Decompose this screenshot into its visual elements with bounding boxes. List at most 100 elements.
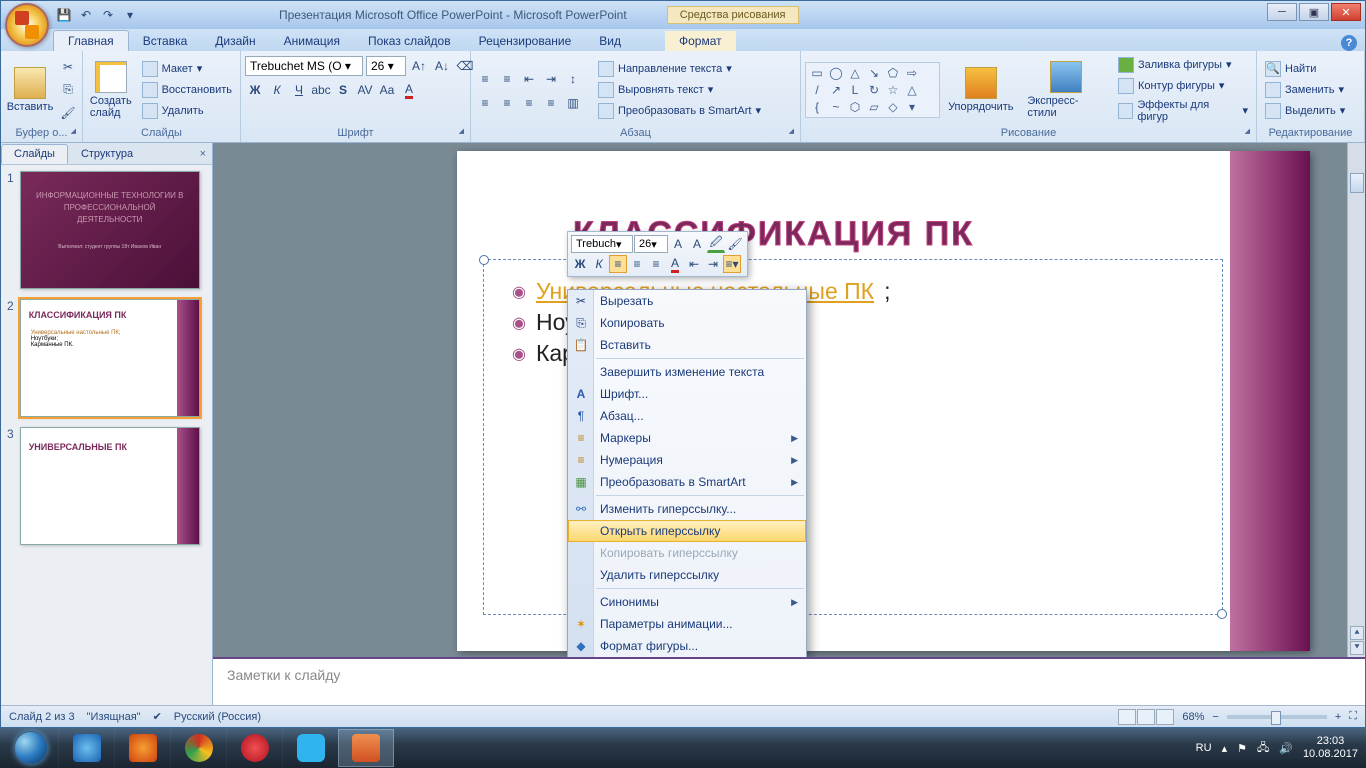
find-button[interactable]: 🔍Найти [1261, 60, 1349, 78]
spell-check-icon[interactable]: ✔ [153, 710, 162, 723]
paste-button[interactable]: Вставить [5, 65, 55, 115]
highlight-icon[interactable]: 🖉 [707, 235, 725, 253]
outline-tab[interactable]: Структура [68, 144, 146, 164]
fit-window-icon[interactable]: ⛶ [1349, 710, 1357, 723]
ctx-animation[interactable]: ✶Параметры анимации... [568, 613, 806, 635]
undo-icon[interactable]: ↶ [77, 6, 95, 24]
language-status[interactable]: Русский (Россия) [174, 711, 261, 723]
ctx-open-hyperlink[interactable]: Открыть гиперссылку [568, 520, 806, 542]
tab-review[interactable]: Рецензирование [465, 31, 586, 51]
ctx-smartart[interactable]: ▦Преобразовать в SmartArt▶ [568, 471, 806, 493]
tray-volume-icon[interactable]: 🔊 [1279, 742, 1293, 755]
taskbar-opera[interactable] [226, 729, 282, 767]
taskbar-firefox[interactable] [114, 729, 170, 767]
vertical-scrollbar[interactable]: ⯅ ⯆ [1347, 143, 1365, 657]
mini-font-combo[interactable]: Trebuch▾ [571, 235, 633, 253]
ctx-end-edit[interactable]: Завершить изменение текста [568, 361, 806, 383]
format-painter-icon[interactable]: 🖌 [58, 103, 78, 123]
line-spacing-icon[interactable]: ↕ [563, 69, 583, 89]
delete-slide-button[interactable]: Удалить [138, 102, 236, 120]
dec-indent-icon[interactable]: ⇤ [519, 69, 539, 89]
ctx-bullets[interactable]: ≡Маркеры▶ [568, 427, 806, 449]
office-button[interactable] [5, 3, 49, 47]
align-center-icon[interactable]: ≡ [628, 255, 646, 273]
tab-home[interactable]: Главная [53, 30, 129, 51]
tab-slideshow[interactable]: Показ слайдов [354, 31, 465, 51]
align-right-icon[interactable]: ≡ [647, 255, 665, 273]
next-slide-icon[interactable]: ⯆ [1350, 641, 1364, 655]
bullets-icon[interactable]: ≡▾ [723, 255, 741, 273]
tab-design[interactable]: Дизайн [201, 31, 269, 51]
maximize-button[interactable]: ▣ [1299, 3, 1329, 21]
ctx-numbering[interactable]: ≡Нумерация▶ [568, 449, 806, 471]
text-direction-button[interactable]: Направление текста ▾ [594, 60, 765, 78]
slide-thumbnail[interactable]: КЛАССИФИКАЦИЯ ПК Универсальные настольны… [20, 299, 200, 417]
taskbar-skype[interactable] [282, 729, 338, 767]
shape-fill-button[interactable]: Заливка фигуры ▾ [1114, 56, 1252, 74]
strike-icon[interactable]: abc [311, 80, 331, 100]
ctx-synonyms[interactable]: Синонимы▶ [568, 591, 806, 613]
tab-animation[interactable]: Анимация [270, 31, 354, 51]
close-button[interactable]: ✕ [1331, 3, 1361, 21]
underline-icon[interactable]: Ч [289, 80, 309, 100]
slides-tab[interactable]: Слайды [1, 144, 68, 164]
italic-icon[interactable]: К [590, 255, 608, 273]
font-size-combo[interactable]: 26 ▾ [366, 56, 406, 76]
layout-button[interactable]: Макет ▾ [138, 60, 236, 78]
ctx-edit-hyperlink[interactable]: ⚯Изменить гиперссылку... [568, 498, 806, 520]
notes-pane[interactable]: Заметки к слайду [213, 657, 1365, 705]
shrink-font-icon[interactable]: A↓ [432, 56, 452, 76]
align-text-button[interactable]: Выровнять текст ▾ [594, 81, 765, 99]
align-left-icon[interactable]: ≡ [475, 93, 495, 113]
shrink-font-icon[interactable]: A [688, 235, 706, 253]
tray-lang[interactable]: RU [1196, 742, 1212, 754]
new-slide-button[interactable]: Создать слайд [87, 59, 135, 121]
taskbar-ie[interactable] [58, 729, 114, 767]
align-center-icon[interactable]: ≡ [497, 93, 517, 113]
replace-button[interactable]: Заменить ▾ [1261, 81, 1349, 99]
tray-clock[interactable]: 23:03 10.08.2017 [1303, 735, 1358, 761]
help-icon[interactable]: ? [1341, 35, 1357, 51]
qat-more-icon[interactable]: ▾ [121, 6, 139, 24]
reset-button[interactable]: Восстановить [138, 81, 236, 99]
tray-action-icon[interactable]: ⚑ [1237, 742, 1247, 755]
bold-icon[interactable]: Ж [245, 80, 265, 100]
ctx-font[interactable]: AШрифт... [568, 383, 806, 405]
zoom-out-icon[interactable]: − [1212, 711, 1218, 723]
tray-network-icon[interactable]: 🖧 [1257, 739, 1269, 758]
taskbar-chrome[interactable] [170, 729, 226, 767]
change-case-icon[interactable]: Aa [377, 80, 397, 100]
prev-slide-icon[interactable]: ⯅ [1350, 626, 1364, 640]
slide-thumbnail[interactable]: ИНФОРМАЦИОННЫЕ ТЕХНОЛОГИИ В ПРОФЕССИОНАЛ… [20, 171, 200, 289]
grow-font-icon[interactable]: A↑ [409, 56, 429, 76]
tab-format[interactable]: Формат [665, 31, 736, 51]
dec-indent-icon[interactable]: ⇤ [685, 255, 703, 273]
font-color-icon[interactable]: A [666, 255, 684, 273]
inc-indent-icon[interactable]: ⇥ [704, 255, 722, 273]
shadow-icon[interactable]: S [333, 80, 353, 100]
copy-icon[interactable]: ⎘ [58, 80, 78, 100]
slide-thumbnail[interactable]: УНИВЕРСАЛЬНЫЕ ПК [20, 427, 200, 545]
numbering-icon[interactable]: ≡ [497, 69, 517, 89]
ctx-remove-hyperlink[interactable]: Удалить гиперссылку [568, 564, 806, 586]
align-left-icon[interactable]: ≡ [609, 255, 627, 273]
zoom-in-icon[interactable]: + [1335, 711, 1341, 723]
zoom-slider[interactable] [1227, 715, 1327, 719]
inc-indent-icon[interactable]: ⇥ [541, 69, 561, 89]
tray-flag-icon[interactable]: ▴ [1222, 742, 1228, 755]
shapes-gallery[interactable]: ▭◯△↘⬠⇨ /↗L↻☆△ {~⬡▱◇▾ [805, 62, 940, 118]
mini-size-combo[interactable]: 26▾ [634, 235, 668, 253]
save-icon[interactable]: 💾 [55, 6, 73, 24]
bold-icon[interactable]: Ж [571, 255, 589, 273]
format-painter-icon[interactable]: 🖌 [726, 235, 744, 253]
ctx-cut[interactable]: ✂Вырезать [568, 290, 806, 312]
ctx-paste[interactable]: 📋Вставить [568, 334, 806, 356]
justify-icon[interactable]: ≡ [541, 93, 561, 113]
arrange-button[interactable]: Упорядочить [943, 65, 1018, 115]
tab-view[interactable]: Вид [585, 31, 635, 51]
shape-outline-button[interactable]: Контур фигуры ▾ [1114, 77, 1252, 95]
taskbar-powerpoint[interactable] [338, 729, 394, 767]
font-name-combo[interactable]: Trebuchet MS (О ▾ [245, 56, 363, 76]
zoom-level[interactable]: 68% [1182, 711, 1204, 723]
shape-effects-button[interactable]: Эффекты для фигур ▾ [1114, 98, 1252, 124]
